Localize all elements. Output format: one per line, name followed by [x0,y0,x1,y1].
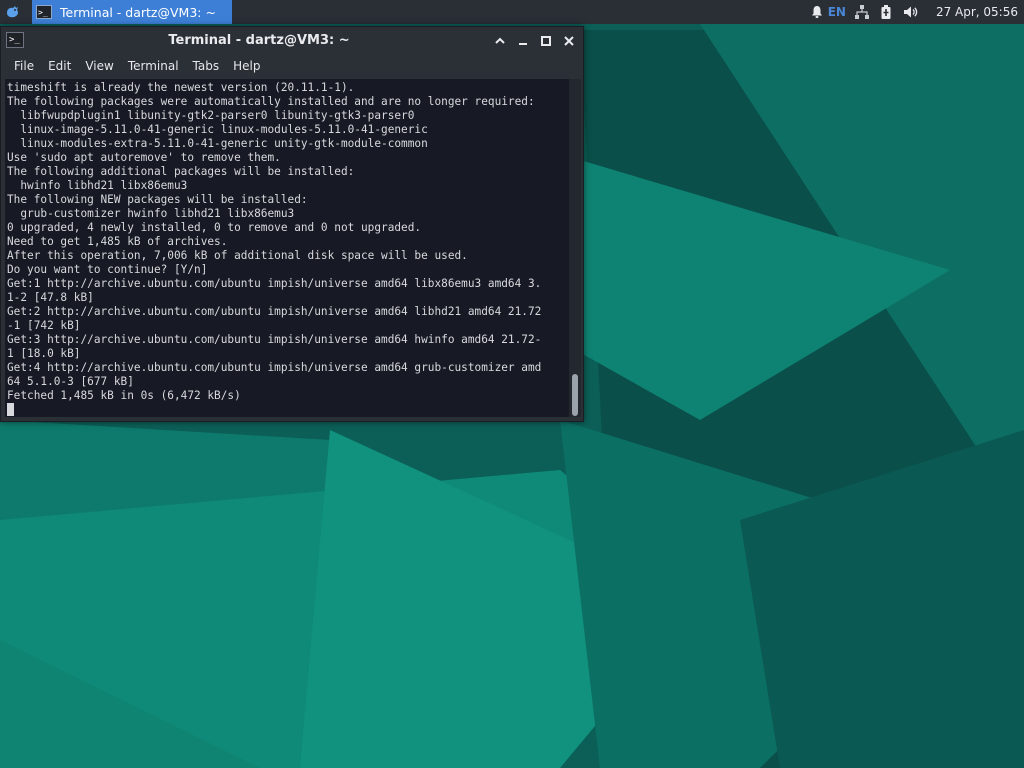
clock[interactable]: 27 Apr, 05:56 [936,5,1018,19]
window-titlebar[interactable]: >_ Terminal - dartz@VM3: ~ [1,27,583,55]
scrollbar-thumb[interactable] [572,374,578,416]
terminal-scrollbar[interactable] [569,79,581,417]
system-tray: EN 27 Apr, 05:56 [810,0,1024,24]
terminal-window: >_ Terminal - dartz@VM3: ~ File Edit Vie… [0,26,584,422]
minimize-icon [519,43,527,45]
menu-edit[interactable]: Edit [47,59,72,73]
terminal-output[interactable]: timeshift is already the newest version … [5,79,569,417]
maximize-button[interactable] [538,33,554,49]
network-icon[interactable] [854,0,870,24]
terminal-cursor [7,403,14,416]
taskbar-task-label: Terminal - dartz@VM3: ~ [60,4,216,20]
menu-tabs[interactable]: Tabs [192,59,221,73]
notification-bell-icon[interactable] [810,0,824,24]
menu-view[interactable]: View [84,59,114,73]
xfce-mouse-icon [7,6,18,18]
shade-button[interactable] [492,33,508,49]
menu-terminal[interactable]: Terminal [127,59,180,73]
battery-icon[interactable] [880,0,892,24]
application-menu-button[interactable] [3,3,23,21]
terminal-text: timeshift is already the newest version … [7,81,542,402]
minimize-button[interactable] [515,33,531,49]
close-icon [564,36,574,46]
volume-icon[interactable] [902,0,918,24]
top-panel: >_ Terminal - dartz@VM3: ~ EN 27 Apr, 05… [0,0,1024,24]
close-button[interactable] [561,33,577,49]
menu-help[interactable]: Help [232,59,261,73]
menu-bar: File Edit View Terminal Tabs Help [1,55,583,77]
chevron-up-icon [495,37,505,44]
menu-file[interactable]: File [13,59,35,73]
window-title: Terminal - dartz@VM3: ~ [168,33,350,48]
keyboard-layout-indicator[interactable]: EN [828,0,846,24]
maximize-icon [541,36,551,46]
terminal-icon: >_ [36,5,52,19]
taskbar-terminal-task[interactable]: >_ Terminal - dartz@VM3: ~ [32,0,232,24]
